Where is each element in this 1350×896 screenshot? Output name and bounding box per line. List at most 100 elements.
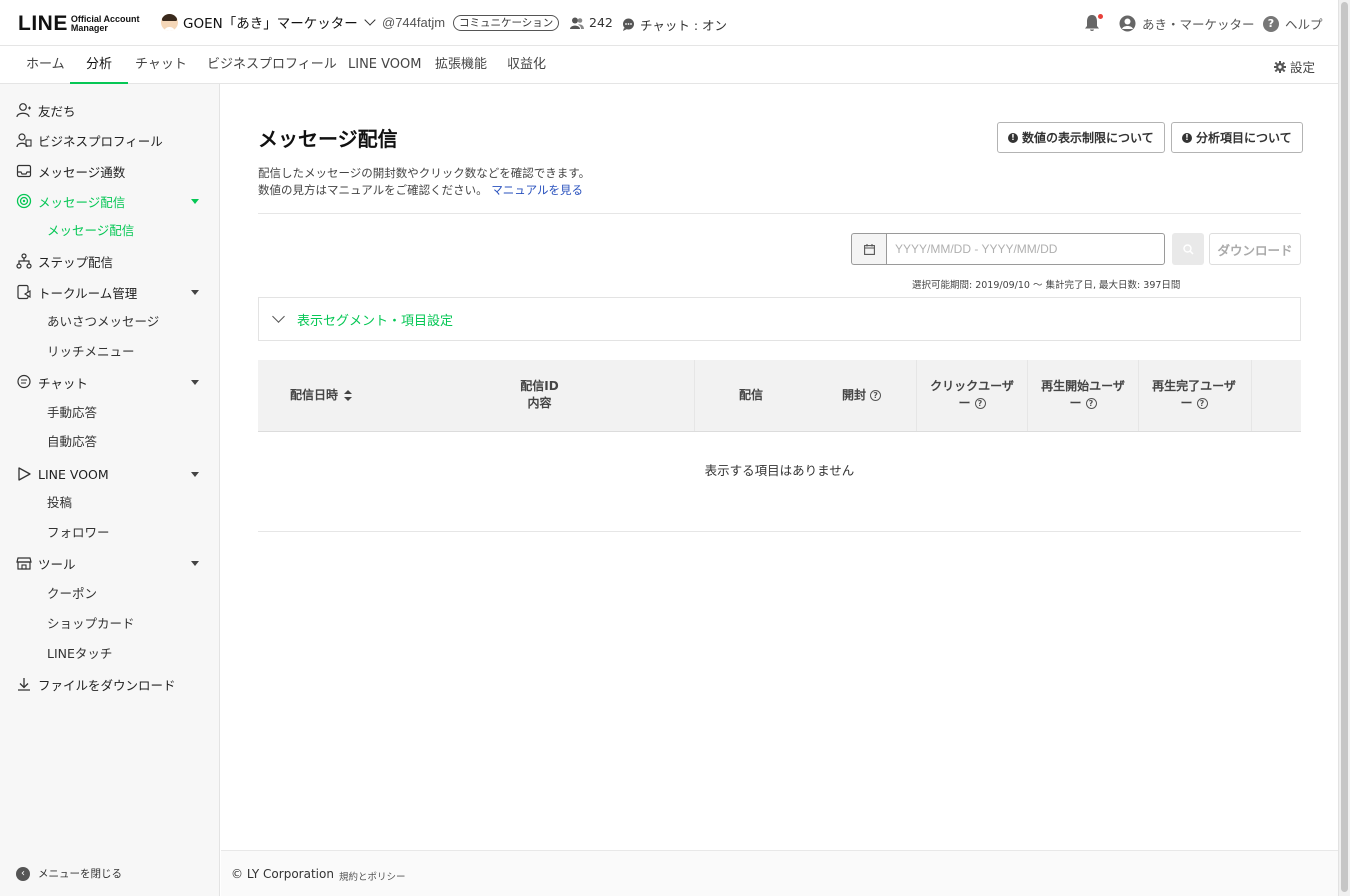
policy-link[interactable]: 規約とポリシー [339,869,406,883]
chevron-down-icon [364,13,376,26]
col-date[interactable]: 配信日時 [290,387,353,404]
search-icon [1182,243,1194,255]
tab-extensions[interactable]: 拡張機能 [433,46,489,83]
sidebar-sub-line-touch[interactable]: LINEタッチ [47,644,112,664]
sidebar-sub-coupon[interactable]: クーポン [47,584,97,604]
tablet-icon [16,284,32,300]
page-title: メッセージ配信 [258,127,398,151]
tab-analytics[interactable]: 分析 [69,46,129,84]
voom-icon [16,466,32,482]
segment-settings-toggle[interactable]: 表示セグメント・項目設定 [258,297,1301,341]
logo-sub-line2: Manager [70,23,108,33]
column-divider [1251,360,1252,431]
user-menu[interactable]: あき・マーケッター [1119,14,1255,33]
analysis-items-button[interactable]: ! 分析項目について [1171,122,1303,153]
user-avatar-icon [1119,15,1136,32]
sidebar-sub-auto-reply[interactable]: 自動応答 [47,432,97,452]
chat-icon [16,374,32,390]
question-icon[interactable]: ? [870,390,882,401]
col-play-end-users: 再生完了ユーザ ー? [1148,378,1240,412]
inbox-icon [16,163,32,179]
close-menu-button[interactable]: ‹ メニューを閉じる [16,866,122,881]
date-range-input[interactable] [886,233,1165,265]
sidebar-sub-posts[interactable]: 投稿 [47,493,72,513]
account-switcher[interactable]: GOEN「あき」マーケッター [161,12,376,32]
sidebar-item-friends[interactable]: 友だち [16,100,202,120]
chat-status[interactable]: チャット : オン [622,15,727,34]
tab-line-voom[interactable]: LINE VOOM [346,46,424,83]
user-name: あき・マーケッター [1142,17,1255,32]
sidebar-item-download[interactable]: ファイルをダウンロード [16,674,202,694]
line-oam-logo[interactable]: LINE Official Account Manager [18,12,140,36]
description-line1: 配信したメッセージの開封数やクリック数などを確認できます。 [258,166,591,180]
shop-icon [16,555,32,571]
sidebar-sub-richmenu[interactable]: リッチメニュー [47,342,135,362]
display-limit-button[interactable]: ! 数値の表示制限について [997,122,1165,153]
sidebar-item-chat[interactable]: チャット [16,372,202,392]
help-link[interactable]: ? ヘルプ [1263,14,1323,33]
account-id: @744fatjm [382,15,446,30]
user-icon [16,102,32,118]
sidebar-item-label: LINE VOOM [38,466,109,482]
sidebar-sub-greeting[interactable]: あいさつメッセージ [47,312,159,332]
segment-settings-label: 表示セグメント・項目設定 [297,313,454,329]
sidebar-item-label: メッセージ通数 [38,164,126,180]
tab-business-profile[interactable]: ビジネスプロフィール [205,46,339,83]
sidebar-item-line-voom[interactable]: LINE VOOM [16,464,202,484]
sidebar-item-tools[interactable]: ツール [16,553,202,573]
sidebar-sub-manual-reply[interactable]: 手動応答 [47,403,97,423]
sidebar-item-label: ビジネスプロフィール [38,133,163,149]
col-date-label: 配信日時 [290,388,339,402]
col-play-start-line2: ー? [1037,395,1129,412]
account-name: GOEN「あき」マーケッター [183,16,358,32]
scrollbar-thumb[interactable] [1341,2,1348,892]
question-icon[interactable]: ? [974,398,986,409]
account-avatar [161,13,178,31]
friends-icon [570,17,584,29]
page-description: 配信したメッセージの開封数やクリック数などを確認できます。 数値の見方はマニュア… [258,165,590,199]
sidebar-item-broadcast[interactable]: メッセージ配信 [16,191,202,211]
flow-icon [16,253,32,269]
table-header: 配信日時 配信ID 内容 配信 開封? クリックユーザ ー? 再生開始ユーザ ー… [258,360,1301,432]
sidebar-item-label: ファイルをダウンロード [38,677,176,693]
sidebar-sub-followers[interactable]: フォロワー [47,523,110,543]
id-card-icon [16,132,32,148]
search-button[interactable] [1172,233,1204,265]
sidebar-item-step[interactable]: ステップ配信 [16,251,202,271]
broadcast-icon [16,193,32,209]
sidebar-sub-shopcard[interactable]: ショップカード [47,614,135,634]
help-label: ヘルプ [1285,17,1323,32]
chat-bubble-icon [623,18,634,31]
col-id-content: 配信ID 内容 [498,378,581,412]
column-divider [694,360,695,431]
settings-link[interactable]: 設定 [1274,57,1315,76]
logo-line-text: LINE [18,12,68,35]
sidebar-sub-broadcast[interactable]: メッセージ配信 [47,221,134,241]
download-button[interactable]: ダウンロード [1209,233,1301,265]
sidebar-item-message-count[interactable]: メッセージ通数 [16,161,202,181]
calendar-icon[interactable] [851,233,886,265]
sidebar-item-talkroom[interactable]: トークルーム管理 [16,282,202,302]
info-icon: ! [1008,132,1018,143]
sidebar: 友だち ビジネスプロフィール メッセージ通数 メッセージ配信 メッセージ配信 ス… [0,84,220,896]
description-line2: 数値の見方はマニュアルをご確認ください。 マニュアルを見る [258,182,590,199]
chat-status-text: チャット : オン [640,18,728,33]
col-click-users-line1: クリックユーザ [930,379,1014,393]
tab-chat[interactable]: チャット [133,46,189,83]
column-divider [1138,360,1139,431]
notifications-button[interactable] [1084,14,1104,36]
col-id-label: 配信ID [520,379,559,393]
question-icon[interactable]: ? [1085,398,1097,409]
tab-home[interactable]: ホーム [24,46,67,83]
help-icon: ? [1263,15,1279,32]
divider [258,213,1301,214]
sidebar-item-business-profile[interactable]: ビジネスプロフィール [16,130,202,150]
sidebar-item-label: トークルーム管理 [38,285,138,301]
download-icon [16,676,32,692]
page-scrollbar[interactable] [1338,0,1350,896]
manual-link[interactable]: マニュアルを見る [491,183,583,197]
question-icon[interactable]: ? [1196,398,1208,409]
friends-count: 242 [570,15,613,30]
tab-monetization[interactable]: 収益化 [505,46,548,83]
caret-down-icon [191,561,199,566]
